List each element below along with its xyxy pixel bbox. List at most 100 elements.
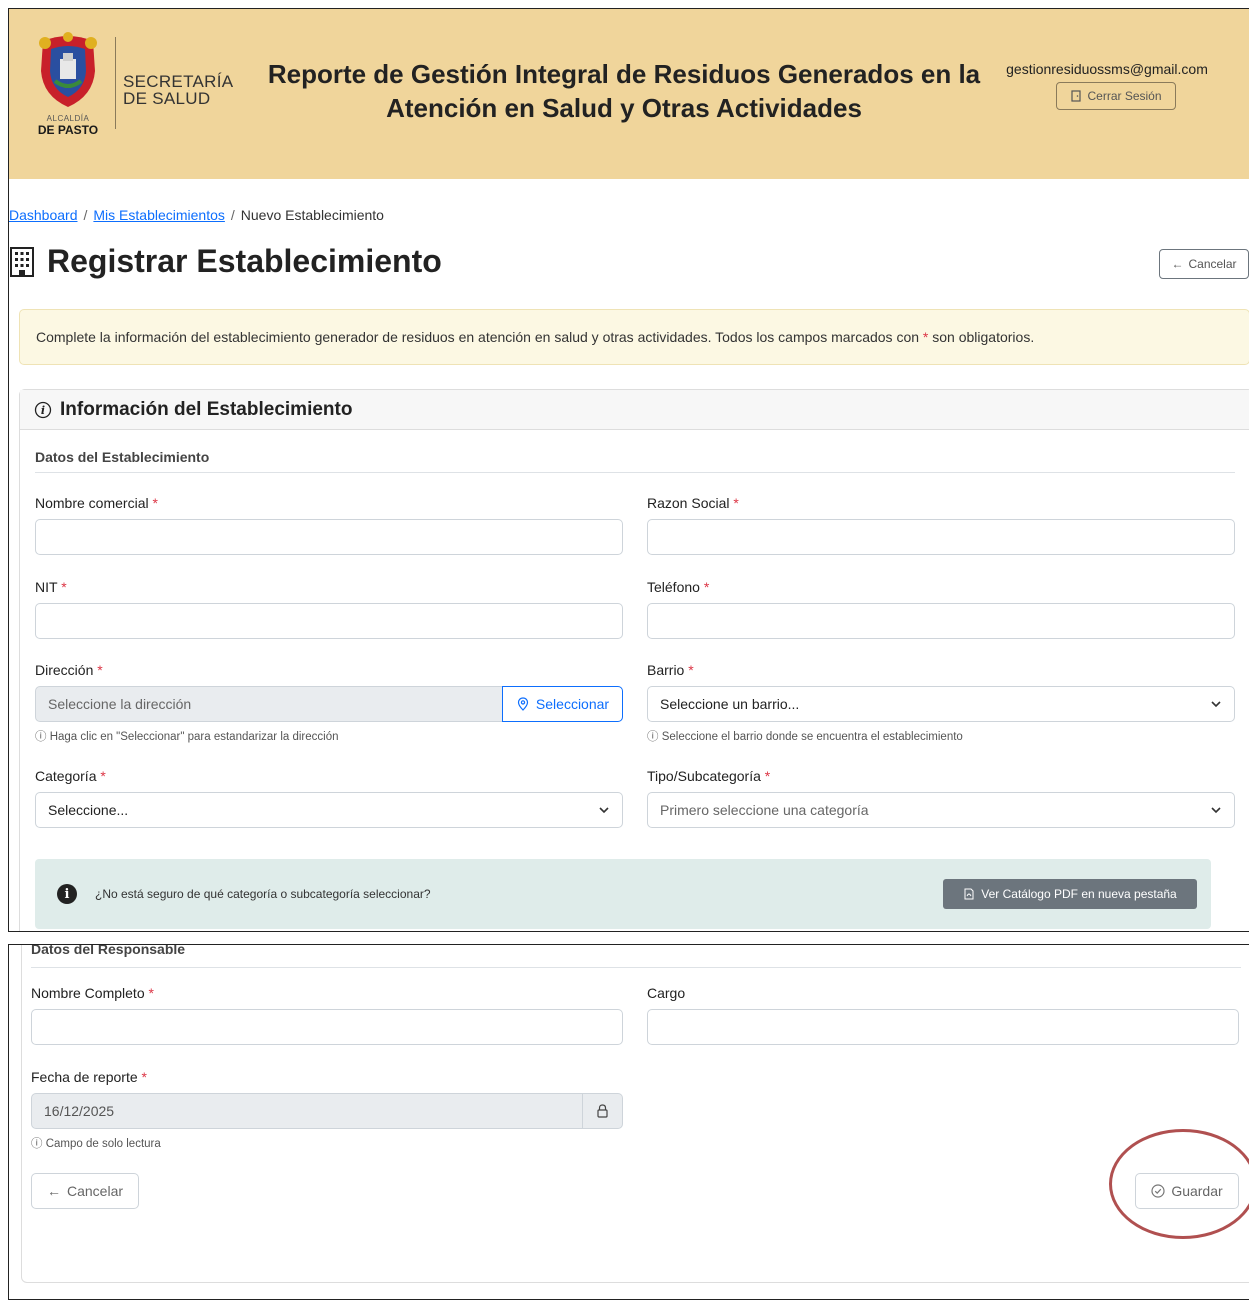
cargo-label: Cargo [647,985,686,1001]
barrio-help-text: Seleccione el barrio donde se encuentra … [661,731,963,743]
page-title: Registrar Establecimiento [9,243,442,280]
lock-addon [583,1093,623,1129]
telefono-label: Teléfono * [647,579,709,595]
card-header: i Información del Establecimiento [20,390,1249,430]
app-header: ALCALDÍA DE PASTO SECRETARÍA DE SALUD Re… [9,9,1249,179]
cancel-top-label: Cancelar [1188,257,1237,271]
subcategoria-selected-value: Primero seleccione una categoría [660,802,869,818]
lock-icon [597,1104,608,1118]
direccion-help-text: Haga clic en "Seleccionar" para estandar… [49,731,339,743]
categoria-selected-value: Seleccione... [48,802,129,818]
subcategoria-label-text: Tipo/Subcategoría [647,768,761,784]
page-title-text: Registrar Establecimiento [47,243,442,279]
card-title: Información del Establecimiento [60,398,353,420]
required-mark: * [97,662,103,678]
ver-catalogo-label: Ver Catálogo PDF en nueva pestaña [981,887,1177,901]
barrio-select[interactable]: Seleccione un barrio... [647,686,1235,722]
breadcrumb-dashboard-link[interactable]: Dashboard [9,207,78,223]
nit-input[interactable] [35,603,623,639]
info-outline-icon: i [34,401,52,418]
chevron-down-icon [1211,701,1221,708]
nombre-completo-label: Nombre Completo * [31,985,154,1001]
building-icon [10,246,34,277]
breadcrumb: Dashboard / Mis Establecimientos / Nuevo Est… [9,207,384,223]
door-icon [1071,90,1082,102]
nombre-comercial-label: Nombre comercial * [35,495,158,511]
info-small-icon: ⓘ [35,731,47,743]
chevron-down-icon [1211,807,1221,814]
required-mark: * [764,768,771,784]
required-mark: * [703,579,710,595]
screenshot-panel-bottom: Datos del Responsable Nombre Completo * … [8,944,1249,1300]
section-datos-responsable: Datos del Responsable [31,944,186,957]
seleccionar-direccion-button[interactable]: Seleccionar [502,686,623,722]
cargo-input[interactable] [647,1009,1239,1045]
barrio-label: Barrio * [647,662,694,678]
telefono-input[interactable] [647,603,1235,639]
chevron-down-icon [599,807,609,814]
nombre-completo-input[interactable] [31,1009,623,1045]
info-small-icon: ⓘ [647,731,659,743]
categoria-label-text: Categoría [35,768,97,784]
cancel-bottom-button[interactable]: ← Cancelar [31,1173,139,1209]
breadcrumb-current: Nuevo Establecimiento [240,207,384,223]
breadcrumb-separator: / [230,207,235,223]
section-divider [31,967,1241,968]
barrio-help: ⓘ Seleccione el barrio donde se encuentr… [647,728,963,744]
alert-text-after: son obligatorios. [932,329,1035,345]
arrow-left-icon: ← [46,1183,61,1199]
user-email: gestionresiduossms@gmail.com [1006,61,1208,77]
telefono-label-text: Teléfono [647,579,700,595]
razon-social-label-text: Razon Social [647,495,730,511]
logout-button[interactable]: Cerrar Sesión [1056,82,1176,110]
required-mark: * [688,662,694,678]
catalog-question: ¿No está seguro de qué categoría o subca… [95,887,431,901]
app-title: Reporte de Gestión Integral de Residuos … [267,59,981,123]
save-label: Guardar [1171,1183,1223,1199]
establishment-info-card: i Información del Establecimiento [19,389,1249,931]
logo-de-pasto-text: DE PASTO [37,123,99,137]
nombre-comercial-label-text: Nombre comercial [35,495,149,511]
logout-label: Cerrar Sesión [1087,89,1162,103]
categoria-select[interactable]: Seleccione... [35,792,623,828]
section-divider [35,472,1235,473]
cancel-top-button[interactable]: ← Cancelar [1159,249,1249,279]
barrio-label-text: Barrio [647,662,685,678]
logo-divider [115,37,116,129]
info-small-icon: ⓘ [31,1138,43,1150]
subcategoria-select[interactable]: Primero seleccione una categoría [647,792,1235,828]
barrio-selected-value: Seleccione un barrio... [660,696,800,712]
nit-label: NIT * [35,579,67,595]
required-mark: * [141,1069,147,1085]
save-button[interactable]: Guardar [1135,1173,1239,1209]
nombre-comercial-input[interactable] [35,519,623,555]
secretaria-line-2: DE SALUD [123,89,211,108]
fecha-reporte-label-text: Fecha de reporte [31,1069,138,1085]
required-mark: * [61,579,67,595]
seleccionar-label: Seleccionar [535,696,610,712]
required-mark: * [100,768,106,784]
info-filled-icon: i [57,884,77,904]
direccion-input[interactable] [35,686,503,722]
arrow-left-icon: ← [1171,257,1184,271]
ver-catalogo-pdf-button[interactable]: Ver Catálogo PDF en nueva pestaña [943,879,1197,909]
required-mark: * [148,985,154,1001]
fecha-reporte-label: Fecha de reporte * [31,1069,147,1085]
required-fields-alert: Complete la información del establecimie… [19,309,1249,365]
cancel-bottom-label: Cancelar [66,1183,124,1199]
subcategoria-label: Tipo/Subcategoría * [647,768,770,784]
alert-required-mark: * [922,329,929,345]
direccion-label-text: Dirección [35,662,94,678]
direccion-help: ⓘ Haga clic en "Seleccionar" para estand… [35,728,339,744]
breadcrumb-mis-establecimientos-link[interactable]: Mis Establecimientos [93,207,225,223]
categoria-label: Categoría * [35,768,106,784]
logo-alcaldia-text: ALCALDÍA [46,114,90,123]
nombre-completo-label-text: Nombre Completo [31,985,145,1001]
fecha-reporte-input [31,1093,583,1129]
map-pin-icon [517,697,529,711]
razon-social-input[interactable] [647,519,1235,555]
section-datos-establecimiento: Datos del Establecimiento [35,449,210,465]
razon-social-label: Razon Social * [647,495,739,511]
alert-text: Complete la información del establecimie… [36,329,1034,345]
svg-text:i: i [41,404,45,417]
